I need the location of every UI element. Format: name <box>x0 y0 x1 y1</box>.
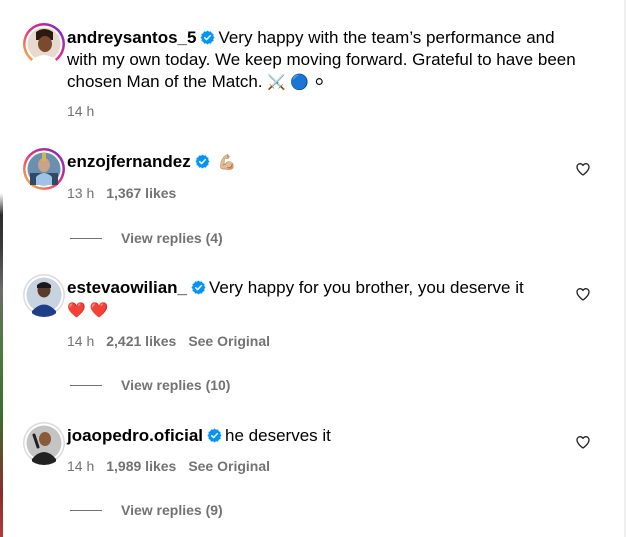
verified-badge-icon <box>195 154 210 169</box>
view-replies-label: View replies (10) <box>121 377 231 393</box>
caption-emojis: ⚔️ 🔵 ⚪ <box>267 74 326 91</box>
avatar-enzojfernandez[interactable] <box>22 147 66 191</box>
comment-body: Very happy for you brother, you deserve … <box>209 278 524 297</box>
post-username[interactable]: andreysantos_5 <box>67 28 196 47</box>
comment-emojis: ❤️ ❤️ <box>67 302 109 319</box>
comment-time[interactable]: 13 h <box>67 185 94 201</box>
post-meta: 14 h <box>67 102 94 120</box>
comment-body: 💪🏼 <box>217 154 237 171</box>
comment-username[interactable]: estevaowilian_ <box>67 278 187 297</box>
comment-likes[interactable]: 1,367 likes <box>106 185 176 201</box>
avatar-estevaowilian[interactable] <box>22 273 66 317</box>
comment-meta: 14 h 1,989 likes See Original <box>67 457 270 475</box>
comment-body: he deserves it <box>225 426 331 445</box>
comment-meta: 13 h 1,367 likes <box>67 184 176 202</box>
see-original-link[interactable]: See Original <box>188 458 270 474</box>
see-original-link[interactable]: See Original <box>188 333 270 349</box>
replies-divider <box>70 384 102 386</box>
view-replies-button[interactable]: View replies (10) <box>70 376 230 394</box>
comment-likes[interactable]: 1,989 likes <box>106 458 176 474</box>
verified-badge-icon <box>191 280 206 295</box>
comment-text: joaopedro.oficial he deserves it <box>67 425 331 447</box>
caption-text: andreysantos_5 Very happy with the team’s… <box>67 27 577 94</box>
comment-username[interactable]: enzojfernandez <box>67 152 191 171</box>
replies-divider <box>70 509 102 511</box>
heart-outline-icon[interactable] <box>575 286 591 302</box>
comment-meta: 14 h 2,421 likes See Original <box>67 332 270 350</box>
comment-time[interactable]: 14 h <box>67 458 94 474</box>
comment-time[interactable]: 14 h <box>67 333 94 349</box>
heart-outline-icon[interactable] <box>575 161 591 177</box>
heart-outline-icon[interactable] <box>575 434 591 450</box>
view-replies-label: View replies (4) <box>121 230 223 246</box>
comment-text: enzojfernandez 💪🏼 <box>67 151 236 174</box>
verified-badge-icon <box>200 30 215 45</box>
avatar-joaopedro[interactable] <box>22 421 66 465</box>
comment-text: estevaowilian_ Very happy for you brother… <box>67 277 567 322</box>
post-time[interactable]: 14 h <box>67 103 94 119</box>
comment-likes[interactable]: 2,421 likes <box>106 333 176 349</box>
verified-badge-icon <box>207 428 222 443</box>
view-replies-button[interactable]: View replies (9) <box>70 501 223 519</box>
comment-username[interactable]: joaopedro.oficial <box>67 426 203 445</box>
view-replies-button[interactable]: View replies (4) <box>70 229 223 247</box>
background-edge <box>0 0 3 537</box>
replies-divider <box>70 237 102 239</box>
avatar-andreysantos[interactable] <box>22 22 66 66</box>
view-replies-label: View replies (9) <box>121 502 223 518</box>
